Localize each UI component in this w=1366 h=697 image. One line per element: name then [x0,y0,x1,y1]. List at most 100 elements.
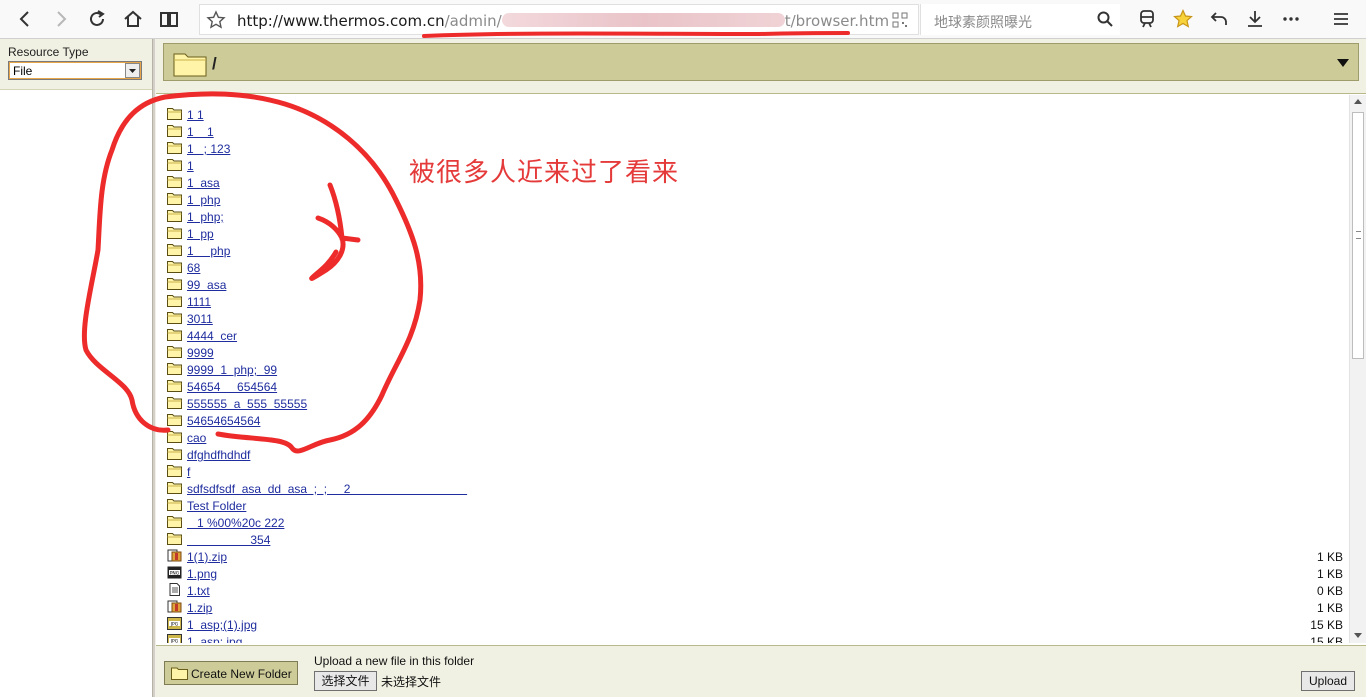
file-row[interactable]: 1(1).zip 1 KB [156,548,1349,565]
menu-icon[interactable] [1328,6,1354,32]
file-name-link[interactable]: 54654654564 [187,414,260,428]
file-name-link[interactable]: sdfsdfsdf asa dd asa ; ; 2 [187,482,467,496]
file-name-link[interactable]: 1 php [187,193,220,207]
scroll-down-icon[interactable] [1354,633,1362,639]
file-row[interactable]: 1 pp [156,225,1349,242]
file-name-link[interactable]: 54654 654564 [187,380,277,394]
file-name-link[interactable]: 4444 cer [187,329,237,343]
file-row[interactable]: 99 asa [156,276,1349,293]
file-row[interactable]: 68 [156,259,1349,276]
file-name-link[interactable]: 1.zip [187,601,212,615]
qr-icon[interactable] [892,12,908,28]
file-row[interactable]: 3011 [156,310,1349,327]
folder-icon [167,498,182,511]
scroll-thumb[interactable] [1352,112,1364,359]
create-new-folder-button[interactable]: Create New Folder [164,661,298,685]
file-name-link[interactable]: cao [187,431,206,445]
path-dropdown[interactable]: / [163,43,1359,81]
star-icon[interactable] [206,10,226,30]
file-name-link[interactable]: 99 asa [187,278,226,292]
back-icon[interactable] [12,6,38,32]
file-name-link[interactable]: 1 pp [187,227,214,241]
file-name-link[interactable]: 354 [187,533,270,547]
file-name-link[interactable]: 1(1).zip [187,550,227,564]
file-row[interactable]: 1.zip 1 KB [156,599,1349,616]
file-row[interactable]: 1 1 [156,106,1349,123]
bookmark-star-icon[interactable] [1170,6,1196,32]
file-row[interactable]: 9999 1 php; 99 [156,361,1349,378]
file-name-link[interactable]: 9999 [187,346,214,360]
train-icon[interactable] [1134,6,1160,32]
file-name-link[interactable]: 1 %00%20c 222 [187,516,284,530]
resource-type-select[interactable]: File [8,61,142,80]
file-name-link[interactable]: 1 asp;(1).jpg [187,618,257,632]
scroll-up-icon[interactable] [1354,98,1362,104]
file-name-link[interactable]: dfghdfhdhdf [187,448,250,462]
file-row[interactable]: Test Folder [156,497,1349,514]
search-input[interactable]: 地球素颜照曝光 [934,12,1032,32]
file-row[interactable]: PNG 1.png 1 KB [156,565,1349,582]
file-row[interactable]: 1 php; [156,208,1349,225]
file-row[interactable]: 1 ; 123 [156,140,1349,157]
file-name-link[interactable]: 1.txt [187,584,210,598]
file-name-link[interactable]: 1 asp;.jpg [187,635,242,643]
file-name-link[interactable]: 1 ; 123 [187,142,230,156]
folder-icon [171,667,188,680]
undo-icon[interactable] [1206,6,1232,32]
file-name-link[interactable]: 1111 [187,295,211,309]
file-row[interactable]: 1111 [156,293,1349,310]
file-name-link[interactable]: 1 1 [187,125,214,139]
file-row[interactable]: 1 asa [156,174,1349,191]
file-name-link[interactable]: 1 php; [187,210,224,224]
file-row[interactable]: 555555 a 555 55555 [156,395,1349,412]
file-name-link[interactable]: 1 php [187,244,230,258]
file-row[interactable]: 4444 cer [156,327,1349,344]
forward-icon[interactable] [48,6,74,32]
file-row[interactable]: 54654 654564 [156,378,1349,395]
file-row[interactable]: sdfsdfsdf asa dd asa ; ; 2 [156,480,1349,497]
file-name-link[interactable]: 3011 [187,312,213,326]
file-name-link[interactable]: 68 [187,261,200,275]
file-name-link[interactable]: 1 asa [187,176,220,190]
file-name-link[interactable]: 1 [187,159,194,173]
file-row[interactable]: 54654654564 [156,412,1349,429]
file-row[interactable]: JPG 1 asp;.jpg 15 KB [156,633,1349,643]
address-bar[interactable]: http://www.thermos.com.cn/admin/t/browse… [199,4,919,35]
file-row[interactable]: 1 php [156,191,1349,208]
file-row[interactable]: cao [156,429,1349,446]
download-icon[interactable] [1242,6,1268,32]
file-name-link[interactable]: f [187,465,190,479]
file-row[interactable]: JPG 1 asp;(1).jpg 15 KB [156,616,1349,633]
reload-icon[interactable] [84,6,110,32]
more-icon[interactable] [1278,6,1304,32]
file-row[interactable]: 9999 [156,344,1349,361]
upload-button[interactable]: Upload [1301,671,1355,691]
file-row[interactable]: 354 [156,531,1349,548]
file-row[interactable]: dfghdfhdhdf [156,446,1349,463]
search-box[interactable]: 地球素颜照曝光 [920,4,1120,35]
reading-list-icon[interactable] [156,6,182,32]
folder-icon [167,311,182,324]
file-row[interactable]: 1 %00%20c 222 [156,514,1349,531]
resource-type-label: Resource Type [8,45,89,59]
file-row[interactable]: 1.txt 0 KB [156,582,1349,599]
file-row[interactable]: 1 [156,157,1349,174]
file-name-link[interactable]: 1 1 [187,108,204,122]
folder-icon [167,277,182,290]
file-name-link[interactable]: 1.png [187,567,217,581]
file-name-link[interactable]: 555555 a 555 55555 [187,397,307,411]
search-icon[interactable] [1096,10,1114,28]
jpg-file-icon: JPG [167,634,182,643]
resource-type-value: File [13,64,33,78]
file-row[interactable]: 1 php [156,242,1349,259]
file-name-link[interactable]: Test Folder [187,499,246,513]
scrollbar[interactable] [1349,95,1366,643]
file-row[interactable]: 1 1 [156,123,1349,140]
file-name-link[interactable]: 9999 1 php; 99 [187,363,277,377]
file-row[interactable]: f [156,463,1349,480]
chevron-down-icon[interactable] [125,63,140,78]
choose-file-button[interactable]: 选择文件 [314,671,377,691]
chevron-down-icon[interactable] [1336,57,1350,69]
home-icon[interactable] [120,6,146,32]
folder-icon [173,53,207,77]
